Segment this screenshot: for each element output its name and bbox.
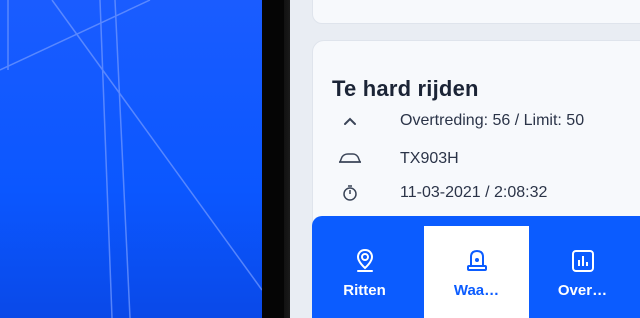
previous-card[interactable] [312,0,640,24]
nav-label: Ritten [343,282,386,299]
nav-item-overzicht[interactable]: Over… [530,226,635,318]
bar-chart-icon [571,248,595,274]
vehicle-row: TX903H [330,146,459,172]
car-icon [330,152,370,166]
app-screen: Te hard rijden Overtreding: 56 / Limit: … [290,0,640,318]
phone-bezel [262,0,292,318]
nav-label: Over… [557,282,608,299]
card-title: Te hard rijden [332,76,479,101]
nav-label: Waa… [453,282,500,299]
chevron-up-icon[interactable] [330,116,370,126]
bottom-nav: Ritten Waa… Over… [312,216,640,318]
nav-item-ritten[interactable]: Ritten [312,226,417,318]
timestamp-row: 11-03-2021 / 2:08:32 [330,180,547,206]
decorative-lines [0,0,262,318]
license-plate: TX903H [400,150,459,167]
stopwatch-icon [330,184,370,202]
nav-item-waarschuwingen[interactable]: Waa… [424,226,529,318]
violation-row: Overtreding: 56 / Limit: 50 [330,108,584,134]
violation-text: Overtreding: 56 / Limit: 50 [400,112,585,129]
background-panel [0,0,262,318]
warning-light-icon [465,248,489,274]
timestamp-text: 11-03-2021 / 2:08:32 [400,184,548,201]
location-pin-icon [355,248,375,274]
